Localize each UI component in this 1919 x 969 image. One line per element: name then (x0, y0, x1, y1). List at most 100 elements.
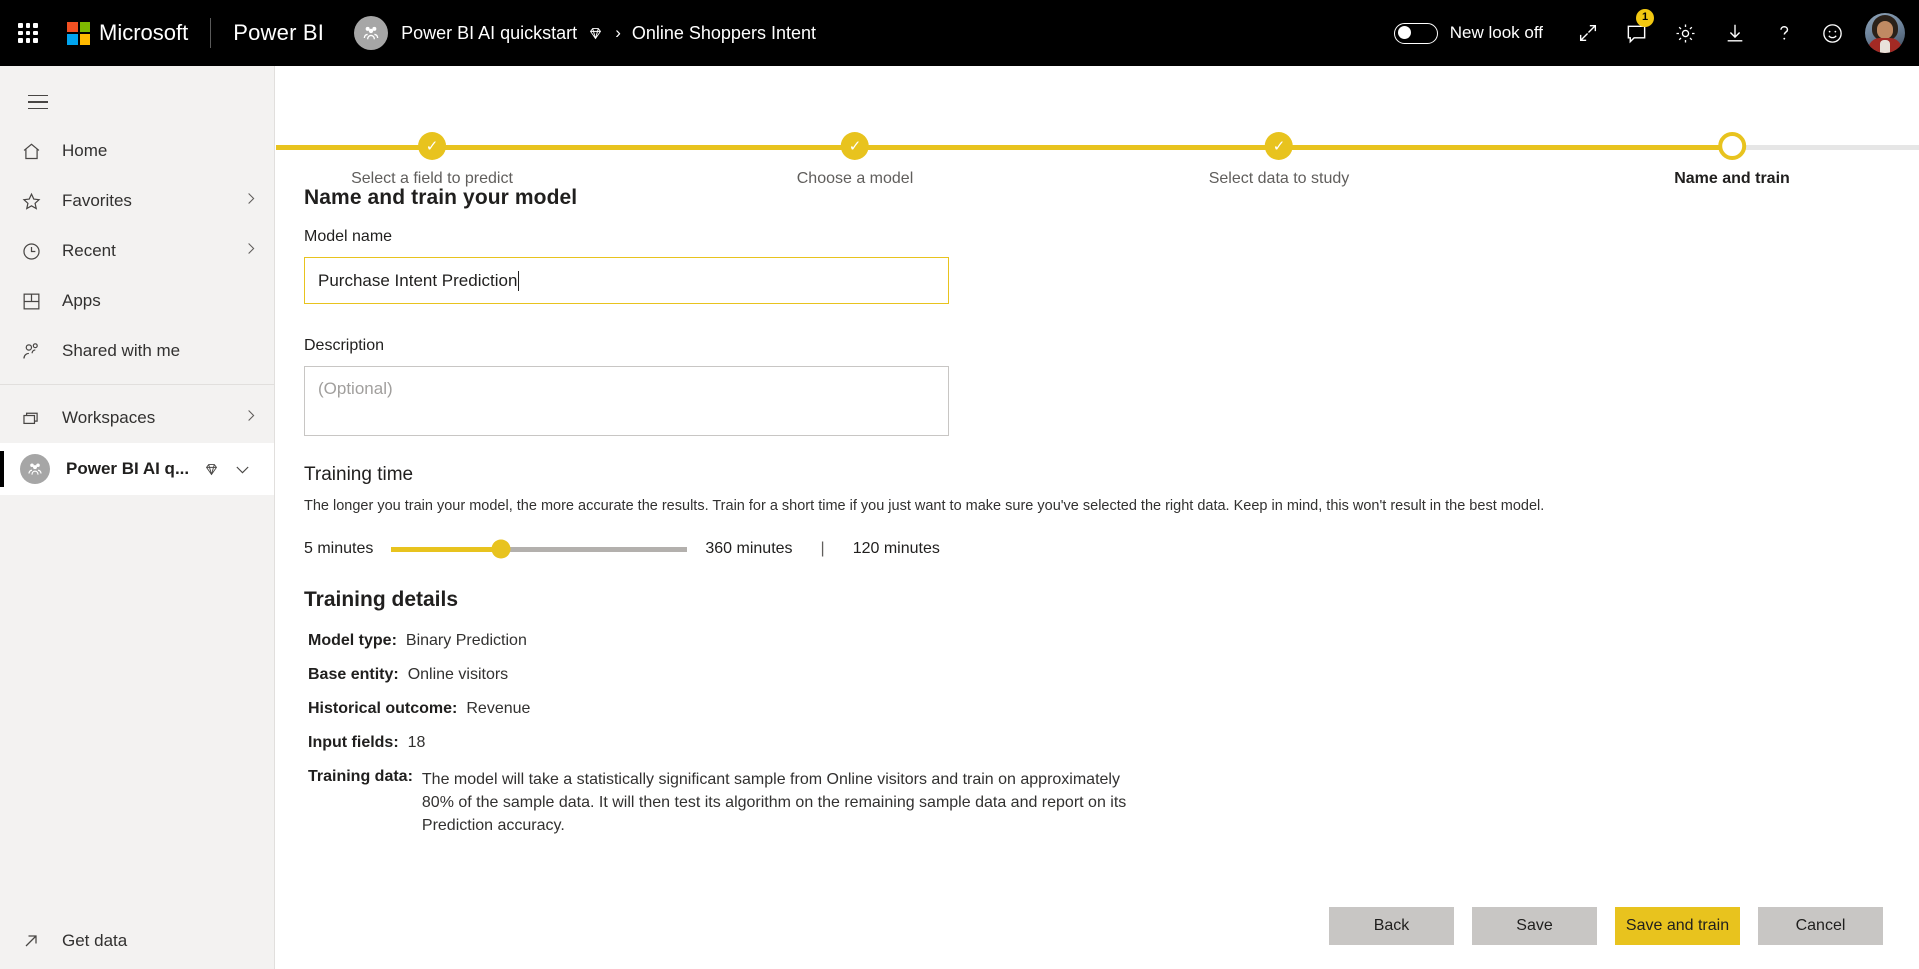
clock-icon (14, 241, 48, 262)
step-label: Choose a model (797, 170, 914, 188)
header-divider (210, 18, 211, 48)
sidebar-item-apps[interactable]: Apps (0, 276, 274, 326)
people-icon (14, 341, 48, 362)
avatar-collar (1880, 40, 1890, 53)
detail-value: Revenue (466, 700, 530, 718)
training-time-slider[interactable] (391, 547, 687, 552)
detail-value: Binary Prediction (406, 632, 527, 650)
sidebar-item-label: Home (62, 141, 107, 161)
form-area: Name and train your model Model name Pur… (276, 178, 1919, 838)
detail-row-model-type: Model type: Binary Prediction (304, 632, 1919, 650)
model-name-label: Model name (304, 228, 1919, 246)
premium-diamond-icon (203, 461, 220, 478)
workspace-avatar-icon (20, 454, 50, 484)
wizard-stepper: ✓ Select a field to predict ✓ Choose a m… (276, 92, 1919, 178)
sidebar-item-home[interactable]: Home (0, 126, 274, 176)
chevron-right-icon[interactable] (243, 408, 258, 428)
description-input[interactable]: (Optional) (304, 366, 949, 436)
sidebar-item-label: Favorites (62, 191, 132, 211)
training-time-slider-row: 5 minutes 360 minutes | 120 minutes (304, 540, 1919, 558)
stepper-step-select-data[interactable]: ✓ Select data to study (1209, 132, 1350, 188)
workspace-avatar-icon (354, 16, 388, 50)
product-title[interactable]: Power BI (233, 20, 324, 46)
new-look-label: New look off (1450, 23, 1543, 43)
sidebar-divider (0, 384, 274, 385)
slider-separator: | (821, 540, 825, 558)
slider-thumb[interactable] (492, 540, 511, 559)
new-look-toggle-group[interactable]: New look off (1394, 23, 1543, 44)
sidebar-item-get-data[interactable]: Get data (0, 913, 275, 969)
chevron-down-icon[interactable] (234, 461, 251, 478)
user-avatar[interactable] (1865, 13, 1905, 53)
breadcrumb: Power BI AI quickstart › Online Shoppers… (401, 23, 816, 44)
detail-key: Input fields: (308, 734, 399, 752)
new-look-toggle[interactable] (1394, 23, 1438, 44)
cancel-button[interactable]: Cancel (1758, 907, 1883, 945)
workspace-label: Power BI AI q... (66, 459, 189, 479)
save-and-train-button[interactable]: Save and train (1615, 907, 1740, 945)
sidebar-item-recent[interactable]: Recent (0, 226, 274, 276)
layers-icon (14, 408, 48, 429)
step-check-icon: ✓ (1265, 132, 1293, 160)
chevron-right-icon[interactable] (243, 241, 258, 261)
main-content: ✓ Select a field to predict ✓ Choose a m… (276, 66, 1919, 969)
sidebar-item-favorites[interactable]: Favorites (0, 176, 274, 226)
step-label: Select a field to predict (351, 170, 513, 188)
sidebar-item-label: Recent (62, 241, 116, 261)
expand-icon[interactable] (1563, 0, 1612, 66)
sidebar-selected-workspace[interactable]: Power BI AI q... (0, 443, 274, 495)
training-details-heading: Training details (304, 588, 1919, 612)
detail-row-training-data: Training data: The model will take a sta… (304, 768, 1919, 838)
download-icon[interactable] (1710, 0, 1759, 66)
wizard-footer: Back Save Save and train Cancel (1329, 907, 1883, 945)
breadcrumb-separator: › (615, 23, 621, 43)
gear-icon[interactable] (1661, 0, 1710, 66)
step-current-indicator (1718, 132, 1746, 160)
notifications-icon[interactable]: 1 (1612, 0, 1661, 66)
detail-key: Training data: (308, 768, 413, 838)
sidebar-item-workspaces[interactable]: Workspaces (0, 393, 274, 443)
slider-current-value: 120 minutes (853, 540, 940, 558)
breadcrumb-item[interactable]: Online Shoppers Intent (632, 23, 816, 44)
app-launcher-icon[interactable] (13, 18, 43, 48)
model-name-value: Purchase Intent Prediction (318, 271, 517, 291)
microsoft-logo[interactable]: Microsoft (67, 20, 188, 46)
detail-value: Online visitors (408, 666, 508, 684)
sidebar-item-label: Workspaces (62, 408, 155, 428)
page-title: Name and train your model (304, 186, 1919, 210)
stepper-step-select-field[interactable]: ✓ Select a field to predict (351, 132, 513, 188)
text-caret (518, 271, 519, 291)
slider-max-label: 360 minutes (705, 540, 792, 558)
microsoft-squares-icon (67, 22, 90, 45)
apps-icon (14, 291, 48, 312)
chevron-right-icon[interactable] (243, 191, 258, 211)
back-button[interactable]: Back (1329, 907, 1454, 945)
premium-diamond-icon (587, 25, 604, 42)
notification-badge: 1 (1636, 9, 1654, 27)
hamburger-menu-icon[interactable] (14, 78, 62, 126)
detail-key: Historical outcome: (308, 700, 457, 718)
detail-key: Model type: (308, 632, 397, 650)
sidebar-item-shared-with-me[interactable]: Shared with me (0, 326, 274, 376)
detail-row-base-entity: Base entity: Online visitors (304, 666, 1919, 684)
description-label: Description (304, 337, 1919, 355)
save-button[interactable]: Save (1472, 907, 1597, 945)
header-actions: New look off 1 (1394, 0, 1919, 66)
detail-row-historical-outcome: Historical outcome: Revenue (304, 700, 1919, 718)
step-check-icon: ✓ (841, 132, 869, 160)
home-icon (14, 141, 48, 162)
smiley-icon[interactable] (1808, 0, 1857, 66)
stepper-step-choose-model[interactable]: ✓ Choose a model (797, 132, 914, 188)
detail-value: 18 (408, 734, 426, 752)
step-check-icon: ✓ (418, 132, 446, 160)
sidebar-item-label: Shared with me (62, 341, 180, 361)
toggle-knob (1398, 26, 1411, 39)
stepper-step-name-and-train[interactable]: Name and train (1674, 132, 1790, 188)
step-label: Select data to study (1209, 170, 1350, 188)
help-icon[interactable] (1759, 0, 1808, 66)
training-time-heading: Training time (304, 464, 1919, 486)
sidebar-item-label: Apps (62, 291, 101, 311)
breadcrumb-workspace[interactable]: Power BI AI quickstart (401, 23, 577, 44)
slider-fill (391, 547, 501, 552)
model-name-input[interactable]: Purchase Intent Prediction (304, 257, 949, 304)
